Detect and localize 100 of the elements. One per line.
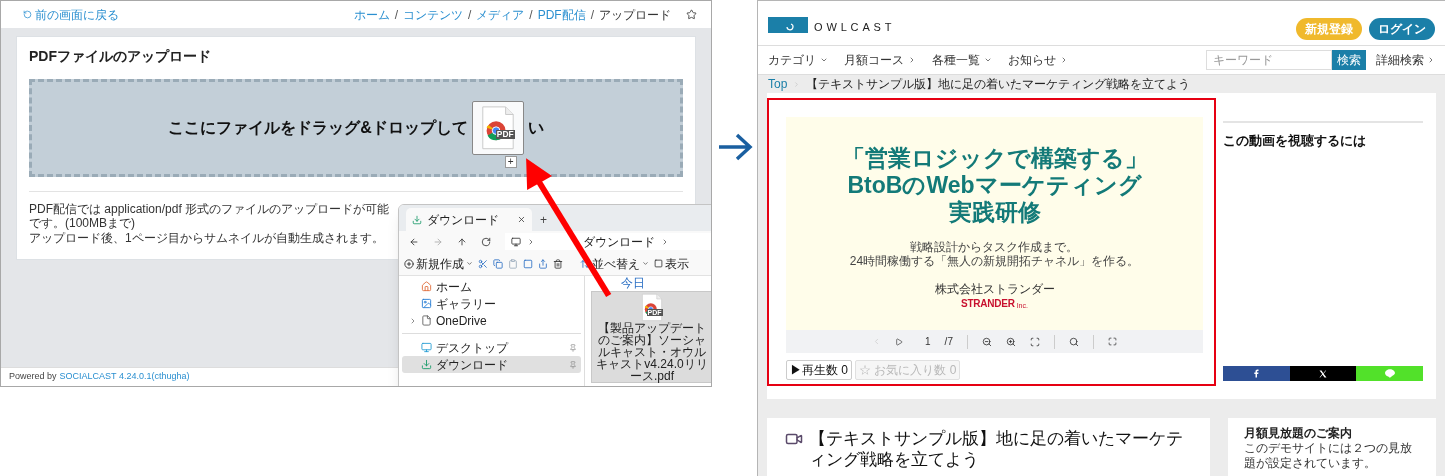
nav-item[interactable]: OneDrive (402, 312, 581, 329)
next-page-icon[interactable] (895, 337, 904, 346)
explorer-tab[interactable]: ダウンロード (406, 208, 532, 231)
nav-menu-item[interactable]: カテゴリ (768, 51, 828, 69)
nav-item-label: デスクトップ (436, 339, 510, 357)
copy-icon[interactable] (493, 258, 503, 269)
address-bar[interactable]: ダウンロード (505, 233, 711, 250)
monitor-icon (421, 342, 432, 353)
share-icon[interactable] (538, 258, 548, 269)
download-icon (421, 359, 432, 370)
logo-text: OWLCAST (814, 22, 896, 33)
company-name: 株式会社ストランダー (934, 281, 1055, 298)
fullscreen-icon[interactable] (1107, 337, 1117, 346)
powered-by-text: Powered by (9, 370, 57, 384)
nav-item-label: ギャラリー (436, 295, 497, 313)
nav-item[interactable]: ギャラリー (402, 295, 581, 312)
breadcrumb-separator: / (529, 6, 533, 24)
breadcrumb-separator: / (467, 6, 472, 24)
advanced-search-link[interactable]: 詳細検索 (1376, 51, 1435, 69)
drop-zone[interactable]: ここにファイルをドラッグ&ドロップして PDF + い (29, 79, 683, 177)
x-logo-icon (1319, 369, 1327, 378)
fit-page-icon[interactable] (1029, 336, 1040, 347)
version-link[interactable]: SOCIALCAST 4.24.0.1(cthugha) (59, 370, 190, 384)
facebook-logo-icon (1253, 369, 1259, 378)
slide-title: BtoBのWebマーケティング (847, 172, 1142, 199)
description-text: PDF配信では application/pdf 形式のファイルのアップロードが可能です。(100MBまで) (29, 202, 391, 230)
breadcrumb-separator-icon (793, 80, 801, 88)
zoom-out-icon[interactable] (981, 336, 992, 347)
slide-subtitle: 戦略設計からタスク作成まで。 (910, 240, 1079, 254)
breadcrumb-link[interactable]: コンテンツ (402, 5, 463, 24)
nav-menu-item[interactable]: 月額コース (844, 51, 916, 69)
chat-bubble-icon (1384, 369, 1395, 378)
login-button[interactable]: ログイン (1369, 18, 1435, 40)
breadcrumb-separator: / (394, 6, 398, 24)
paste-icon[interactable] (508, 258, 518, 269)
search-button[interactable]: 検索 (1332, 50, 1366, 70)
site-logo[interactable]: OWLCAST (768, 13, 896, 33)
sort-icon (580, 258, 590, 269)
sidebar-title: この動画を視聴するには (1223, 132, 1367, 150)
group-header: 今日 (620, 277, 646, 290)
nav-item[interactable]: ホーム (402, 278, 581, 295)
copy-badge: + (504, 156, 517, 168)
back-link[interactable]: 前の画面に戻る (23, 5, 119, 24)
star-icon[interactable] (686, 9, 697, 20)
zoom-in-icon[interactable] (1005, 336, 1016, 347)
refresh-icon[interactable] (481, 236, 491, 247)
info-text: このデモサイトには２つの見放題が設定されています。 (1244, 441, 1413, 471)
download-icon (412, 214, 422, 225)
brand-logo-text: STRANDER (961, 298, 1015, 310)
slide-title: 「営業ロジックで構築する」 (841, 145, 1148, 172)
nav-item-label: ホーム (436, 278, 473, 296)
nav-item[interactable]: デスクトップ (402, 339, 581, 356)
chevron-down-icon (820, 56, 828, 64)
play-count-button[interactable]: ▶再生数 0 (786, 360, 852, 380)
current-page-label: アップロード (599, 6, 671, 24)
monitor-icon (511, 236, 521, 247)
up-icon[interactable] (457, 236, 467, 247)
plus-icon (404, 258, 414, 269)
caret-icon (466, 260, 473, 267)
new-tab-button[interactable]: + (532, 208, 555, 231)
delete-icon[interactable] (553, 258, 563, 269)
search-icon[interactable] (1068, 336, 1079, 347)
drop-instruction: ここにファイルをドラッグ&ドロップして (168, 118, 468, 138)
nav-item-label: OneDrive (436, 312, 488, 330)
close-icon[interactable] (517, 215, 526, 224)
undo-icon (23, 10, 32, 19)
sort-button[interactable]: 並べ替え (580, 254, 649, 273)
cut-icon[interactable] (478, 258, 488, 269)
nav-item-label: ダウンロード (436, 356, 509, 374)
picture-icon (421, 298, 432, 309)
slide-subtitle: 24時間稼働する「無人の新規開拓チャネル」を作る。 (849, 254, 1140, 268)
keyword-search-field[interactable]: キーワード (1206, 50, 1332, 70)
breadcrumb-link[interactable]: PDF配信 (537, 5, 586, 24)
view-button[interactable]: 表示 (654, 254, 689, 273)
breadcrumb-separator: / (590, 6, 594, 24)
logo-mark-icon (768, 17, 808, 33)
chevron-icon (527, 237, 535, 246)
right-arrow-icon (716, 133, 753, 161)
home-icon (421, 281, 432, 292)
page-number[interactable]: 1 (925, 334, 931, 349)
pdf-document-icon (640, 293, 664, 322)
nav-menu-item[interactable]: 各種一覧 (932, 51, 992, 69)
file-icon (421, 315, 432, 326)
breadcrumb-link[interactable]: ホーム (353, 5, 390, 24)
chevron-down-icon (984, 56, 992, 64)
page-title: PDFファイルのアップロード (29, 47, 212, 66)
breadcrumb-link[interactable]: メディア (476, 5, 525, 24)
slide-title: 実践研修 (948, 199, 1041, 226)
article-title: 【テキストサンプル版】地に足の着いたマーケティング戦略を立てよう (809, 428, 1184, 471)
chevron-icon (661, 237, 669, 246)
x-share-button[interactable] (1289, 366, 1357, 381)
caret-icon (642, 260, 649, 267)
breadcrumb-link[interactable]: Top (768, 75, 788, 93)
back-icon[interactable] (409, 236, 419, 247)
nav-item[interactable]: ダウンロード (402, 356, 581, 373)
info-title: 月額見放題のご案内 (1244, 426, 1353, 441)
chevron-right-icon (908, 56, 916, 64)
nav-menu-item[interactable]: お知らせ (1008, 51, 1068, 69)
drop-instruction-end: い (527, 118, 544, 138)
new-button[interactable]: 新規作成 (404, 254, 473, 273)
